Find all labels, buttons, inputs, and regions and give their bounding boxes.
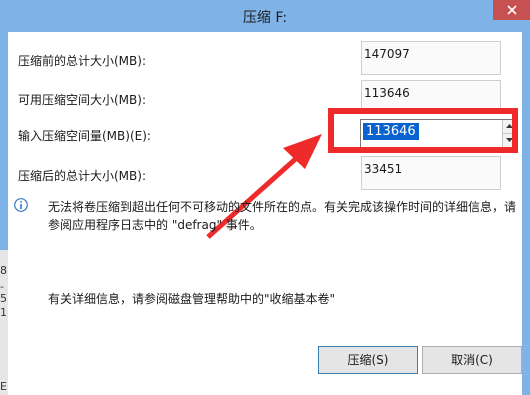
info-message: 无法将卷压缩到超出任何不可移动的文件所在的点。有关完成该操作时间的详细信息，请参… bbox=[48, 200, 517, 232]
info-icon bbox=[14, 198, 28, 212]
help-text: 有关详细信息，请参阅磁盘管理帮助中的"收缩基本卷" bbox=[48, 292, 336, 306]
cancel-button[interactable]: 取消(C) bbox=[422, 346, 522, 374]
shrink-button[interactable]: 压缩(S) bbox=[318, 346, 418, 374]
shrink-dialog: 压缩 F: 8 - 5 1 E 压缩前的总计大小(MB): 147097 可用压… bbox=[0, 0, 530, 395]
